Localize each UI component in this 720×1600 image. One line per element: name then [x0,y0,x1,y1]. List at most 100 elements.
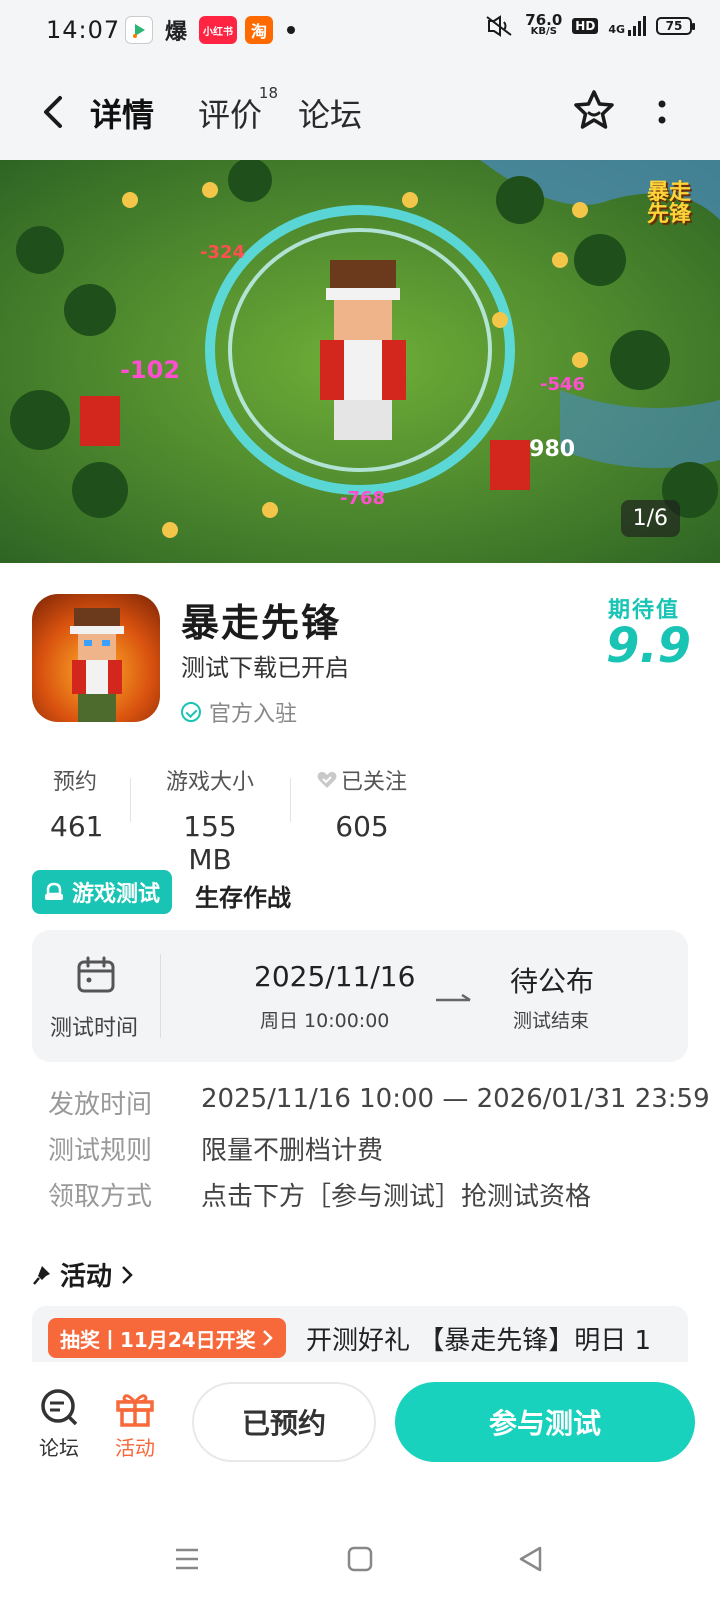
svg-text:-546: -546 [540,374,585,395]
info-value: 点击下方［参与测试］抢测试资格 [201,1182,592,1212]
battery-level: 75 [665,19,683,33]
svg-text:-324: -324 [200,242,245,263]
info-row-rules: 测试规则 限量不删档计费 [48,1130,383,1167]
game-screenshot-image: -102 -324 -546 -980 -768 [0,160,720,563]
stat-followers-label-row: 已关注 [314,764,410,796]
test-start-date: 2025/11/16 [254,960,416,993]
info-key: 测试规则 [48,1136,153,1166]
back-nav-icon[interactable] [518,1546,544,1576]
test-tag-label: 游戏测试 [72,882,161,907]
stat-game-size: 游戏大小 155 MB [160,764,260,876]
tab-reviews[interactable]: 评价 18 [198,84,278,136]
system-nav-bar [0,1542,720,1582]
chevron-right-icon [262,1330,273,1346]
svg-text:-768: -768 [340,488,385,509]
test-time-card: 测试时间 2025/11/16 周日 10:00:00 待公布 测试结束 [32,930,688,1062]
hero-screenshot-carousel[interactable]: -102 -324 -546 -980 -768 暴走先锋 1/6 [0,160,720,563]
test-end-label: 测试结束 [513,1010,590,1032]
forum-chat-icon [41,1389,78,1426]
home-nav-icon[interactable] [347,1546,373,1576]
net-speed-value: 76.0 [525,11,563,29]
lottery-badge: 抽奖丨11月24日开奖 [48,1318,286,1358]
lottery-badge-label: 抽奖丨11月24日开奖 [60,1327,256,1352]
bottom-forum-label: 论坛 [39,1436,79,1460]
activity-text: 开测好礼 【暴走先锋】明日 1 [306,1326,652,1356]
tab-forum[interactable]: 论坛 [298,90,362,136]
info-value: 限量不删档计费 [201,1136,384,1166]
stat-reservations: 预约 461 [50,764,104,843]
top-nav: 详情 评价 18 论坛 [0,72,720,152]
test-tag-icon [45,882,63,900]
stat-reservations-value: 461 [50,810,104,843]
game-subtitle: 测试下载已开启 [181,654,349,682]
more-notifications-dot [287,26,296,34]
net-speed-unit: KB/S [530,26,557,37]
info-value: 2025/11/16 10:00 — 2026/01/31 23:59 [201,1084,710,1114]
back-arrow-icon[interactable] [38,92,68,132]
status-bar: 14:07 爆 小红书 淘 76.0 KB/S HD 4G 75 [0,0,720,64]
video-app-icon [125,16,153,44]
taobao-icon: 淘 [245,16,274,44]
signal-type: 4G [608,23,625,36]
battery-icon: 75 [656,17,695,35]
stat-followers[interactable]: 已关注 605 [314,764,410,843]
chevron-right-icon [122,1265,133,1284]
notification-icons: 爆 小红书 淘 [125,16,296,45]
game-app-icon [32,594,160,722]
mute-icon [486,15,512,37]
stat-divider [290,778,291,822]
stat-game-size-value: 155 MB [183,810,237,876]
stat-followers-value: 605 [335,810,389,843]
stat-game-size-label: 游戏大小 [165,770,254,795]
hd-badge: HD [572,18,599,34]
tab-forum-label: 论坛 [298,96,363,134]
signal-icon: 4G [608,16,646,36]
bottom-forum-button[interactable]: 论坛 [38,1388,80,1461]
carousel-counter: 1/6 [620,500,680,537]
verified-check-icon [181,702,201,722]
info-row-release: 发放时间 2025/11/16 10:00 — 2026/01/31 23:59 [48,1084,710,1121]
stat-followers-label: 已关注 [340,770,407,795]
join-test-button[interactable]: 参与测试 [395,1382,695,1462]
info-row-method: 领取方式 点击下方［参与测试］抢测试资格 [48,1176,591,1213]
net-speed: 76.0 KB/S [525,11,563,38]
official-badge[interactable]: 官方入驻 [181,696,297,728]
more-options-icon[interactable] [648,96,676,128]
bao-app-icon: 爆 [165,20,188,45]
stat-divider [130,778,131,822]
test-name: 生存作战 [195,884,291,912]
hero-logo-text: 暴走先锋 [646,180,691,227]
info-key: 发放时间 [48,1090,153,1120]
hero-game-logo: 暴走先锋 [646,182,692,226]
test-end-status: 待公布 [510,965,595,998]
bottom-activity-label: 活动 [115,1436,155,1460]
game-title: 暴走先锋 [181,601,342,645]
gift-icon [116,1394,154,1427]
stat-reservations-label: 预约 [52,770,97,795]
test-time-label: 测试时间 [50,1016,139,1041]
reserved-button[interactable]: 已预约 [192,1382,376,1462]
activity-section-header[interactable]: 活动 [32,1256,134,1293]
info-key: 领取方式 [48,1182,153,1212]
reviews-count-badge: 18 [258,84,279,102]
game-test-tag: 游戏测试 [32,870,173,914]
tab-details[interactable]: 详情 [84,90,161,136]
activity-title: 活动 [60,1262,113,1292]
status-right: 76.0 KB/S HD 4G 75 [485,11,695,38]
menu-nav-icon[interactable] [174,1546,200,1576]
status-time: 14:07 [46,16,121,44]
pin-icon [33,1265,50,1285]
calendar-icon [77,956,115,993]
official-label: 官方入驻 [209,702,298,727]
xiaohongshu-icon: 小红书 [199,16,238,44]
test-start-time: 周日 10:00:00 [260,1010,390,1032]
bottom-activity-button[interactable]: 活动 [114,1388,156,1461]
activity-card[interactable]: 抽奖丨11月24日开奖 开测好礼 【暴走先锋】明日 1 [32,1306,688,1362]
expectation-value: 9.9 [606,618,692,674]
tab-reviews-label: 评价 [198,96,263,134]
arrow-right-icon [436,994,471,1002]
heart-icon [317,771,337,788]
tab-details-label: 详情 [90,96,155,134]
favorite-star-icon[interactable] [572,88,616,132]
svg-text:-102: -102 [120,356,180,384]
